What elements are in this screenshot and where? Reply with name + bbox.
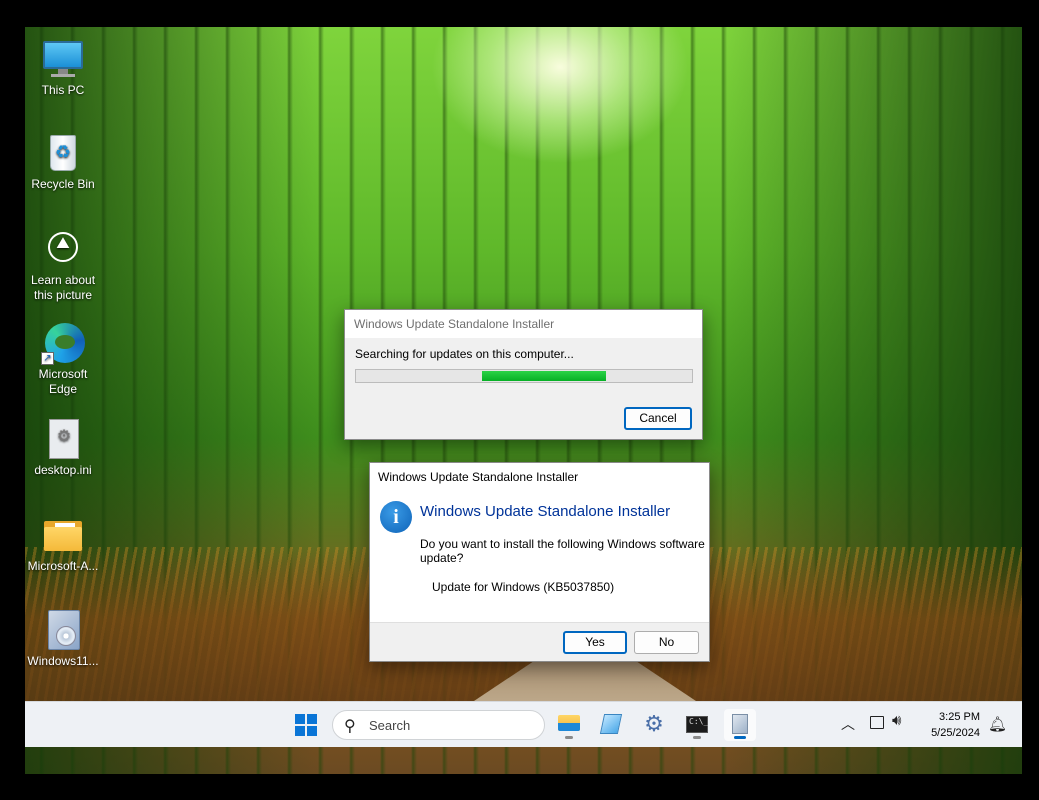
settings-icon: ⚙ (644, 711, 664, 736)
dialog-question: Do you want to install the following Win… (420, 537, 705, 565)
shortcut-arrow-icon: ↗ (41, 352, 54, 365)
desktop-icon-label: This PC (41, 83, 85, 97)
search-placeholder: Search (369, 718, 411, 733)
settings-file-icon: ⚙ (41, 417, 85, 461)
settings-button[interactable]: ⚙ (638, 709, 670, 741)
running-indicator (565, 736, 573, 739)
desktop-icon-windows-setup[interactable]: Windows11... (25, 608, 101, 669)
terminal-icon: C:\_ (686, 716, 708, 733)
setup-icon (41, 608, 85, 652)
desktop-icon-folder[interactable]: Microsoft-A... (25, 513, 101, 574)
progress-message: Searching for updates on this computer..… (355, 347, 574, 361)
start-button[interactable] (295, 714, 317, 736)
install-confirm-dialog[interactable]: Windows Update Standalone Installer i Wi… (369, 462, 710, 662)
dialog-title[interactable]: Windows Update Standalone Installer (345, 310, 702, 338)
desktop-icon-microsoft-edge[interactable]: ↗ Microsoft Edge (25, 321, 101, 397)
notifications-icon[interactable]: 🔔︎ (988, 715, 1007, 733)
dialog-heading: Windows Update Standalone Installer (420, 503, 671, 520)
running-indicator (693, 736, 701, 739)
desktop-icon-learn-about-picture[interactable]: ⛰ Learn about this picture (25, 227, 101, 303)
progress-bar (355, 369, 693, 383)
folder-icon (41, 513, 85, 557)
desktop-icon-this-pc[interactable]: This PC (25, 37, 101, 98)
terminal-button[interactable]: C:\_ (681, 709, 713, 741)
file-explorer-button[interactable] (553, 709, 585, 741)
learn-about-picture-icon: ⛰ (41, 227, 85, 271)
active-indicator (734, 736, 746, 739)
update-name: Update for Windows (KB5037850) (432, 580, 615, 594)
file-explorer-accent (558, 723, 580, 731)
search-progress-dialog[interactable]: Windows Update Standalone Installer Sear… (344, 309, 703, 440)
volume-icon[interactable]: 🔊︎ (892, 712, 901, 729)
notepad-button[interactable] (595, 709, 627, 741)
desktop-icon-label: Learn about this picture (30, 273, 96, 302)
search-box[interactable]: ⚲ Search (332, 710, 545, 740)
no-button[interactable]: No (634, 631, 699, 654)
dialog-footer: Yes No (370, 622, 709, 661)
search-icon: ⚲ (344, 718, 356, 735)
progress-bar-fill (482, 371, 606, 381)
desktop-icon-desktop-ini[interactable]: ⚙ desktop.ini (25, 417, 101, 478)
this-pc-icon (41, 37, 85, 81)
network-icon[interactable] (870, 716, 884, 729)
info-icon: i (380, 501, 412, 533)
notepad-icon (599, 714, 623, 734)
taskbar: ⚲ Search ⚙ C:\_ ︿ 🔊︎ 3:25 PM 5/25/2024 🔔… (25, 701, 1022, 747)
desktop-icon-label: Microsoft-A... (27, 559, 99, 573)
yes-button[interactable]: Yes (563, 631, 627, 654)
microsoft-edge-icon: ↗ (41, 321, 85, 365)
desktop-icon-label: desktop.ini (34, 463, 92, 477)
desktop-icon-label: Windows11... (27, 654, 99, 668)
desktop-icon-label: Microsoft Edge (38, 367, 88, 396)
desktop-icon-label: Recycle Bin (31, 177, 95, 191)
installer-icon (732, 714, 748, 734)
recycle-bin-icon: ♻ (41, 131, 85, 175)
desktop-icon-recycle-bin[interactable]: ♻ Recycle Bin (25, 131, 101, 192)
clock-time[interactable]: 3:25 PM (918, 711, 980, 723)
dialog-title[interactable]: Windows Update Standalone Installer (370, 463, 709, 491)
clock-date[interactable]: 5/25/2024 (918, 727, 980, 739)
chevron-up-icon[interactable]: ︿ (841, 714, 855, 734)
cancel-button[interactable]: Cancel (624, 407, 692, 430)
installer-button[interactable] (724, 709, 756, 741)
